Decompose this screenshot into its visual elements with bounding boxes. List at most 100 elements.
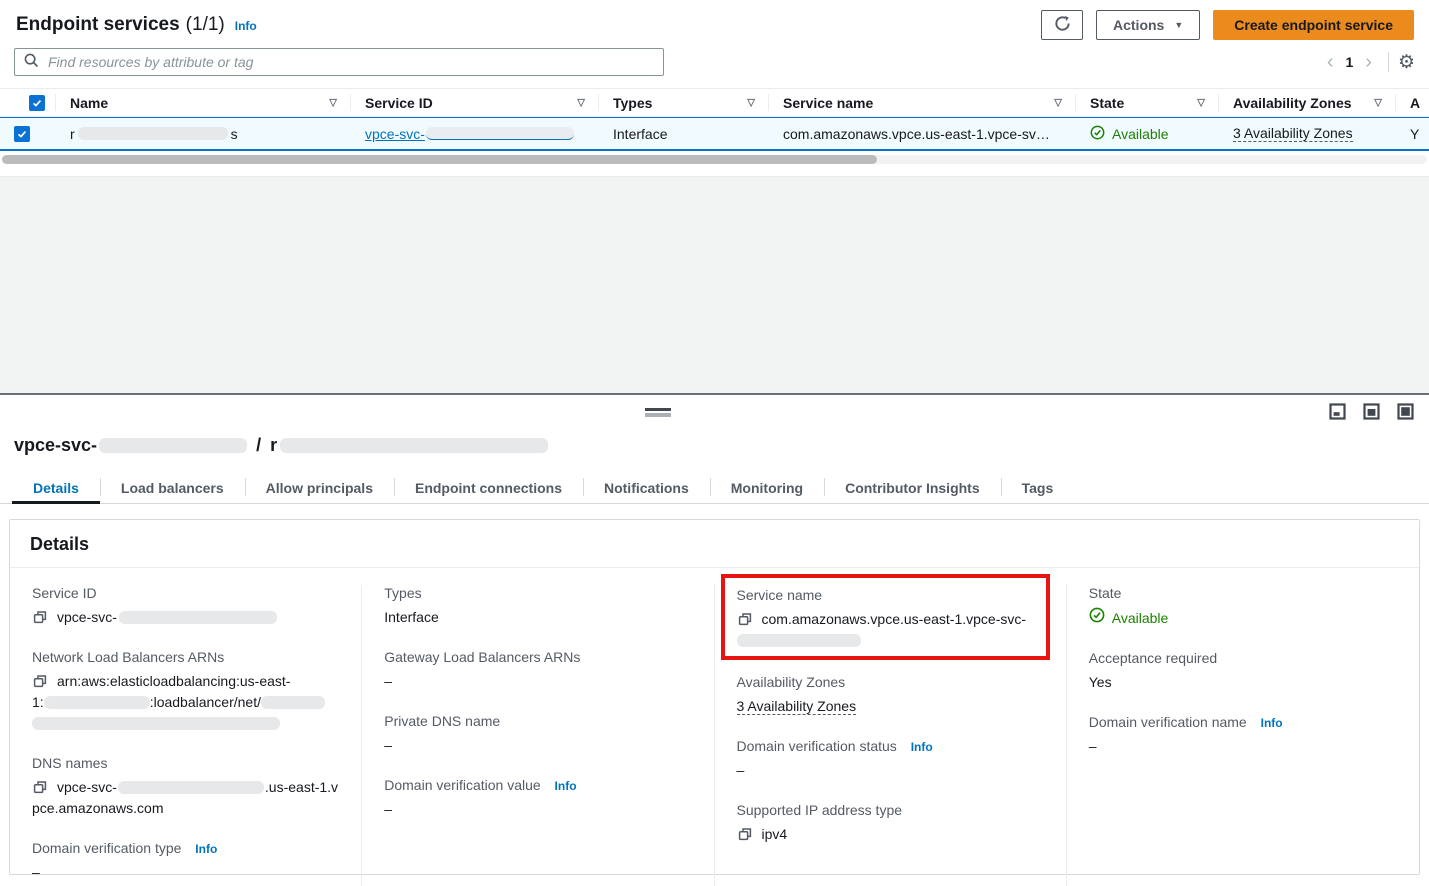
actions-button[interactable]: Actions ▼ (1096, 10, 1200, 40)
filter-icon[interactable]: ▽ (1197, 97, 1205, 108)
availability-zones-popover-link[interactable]: 3 Availability Zones (1233, 125, 1353, 142)
preferences-gear-icon[interactable]: ⚙ (1398, 53, 1415, 72)
select-all-header-cell (0, 89, 55, 116)
column-header-availability-zones[interactable]: Availability Zones ▽ (1218, 89, 1395, 116)
field-private-dns-name: Private DNS name – (384, 713, 693, 756)
tab-load-balancers[interactable]: Load balancers (100, 473, 245, 503)
tab-details[interactable]: Details (12, 473, 100, 503)
tab-monitoring[interactable]: Monitoring (710, 473, 824, 503)
field-dns-names: DNS names vpce-svc-.us-east-1.vpce.amazo… (32, 755, 341, 819)
pagination-divider (1388, 52, 1389, 72)
panel-size-small-icon[interactable] (1329, 403, 1346, 420)
column-header-state[interactable]: State ▽ (1075, 89, 1218, 116)
split-panel-title: vpce-svc- / r (14, 435, 1429, 456)
horizontal-scrollbar-thumb[interactable] (2, 155, 877, 164)
panel-size-large-icon[interactable] (1397, 403, 1414, 420)
column-header-service-name[interactable]: Service name ▽ (768, 89, 1075, 116)
field-state: State Available (1089, 585, 1399, 629)
field-gateway-load-balancers-arns: Gateway Load Balancers ARNs – (384, 649, 693, 692)
info-link[interactable]: Info (1261, 716, 1283, 730)
filter-icon[interactable]: ▽ (329, 97, 337, 108)
details-card-title: Details (10, 520, 1419, 568)
create-endpoint-service-button[interactable]: Create endpoint service (1213, 10, 1414, 40)
redacted-text (737, 634, 861, 647)
tab-contributor-insights[interactable]: Contributor Insights (824, 473, 1001, 503)
panel-size-medium-icon[interactable] (1363, 403, 1380, 420)
horizontal-scrollbar (2, 155, 1427, 164)
redacted-text (426, 127, 574, 140)
table-header-row: Name ▽ Service ID ▽ Types ▽ Service name… (0, 88, 1429, 117)
tabs: Details Load balancers Allow principals … (0, 473, 1429, 504)
row-service-name-cell: com.amazonaws.vpce.us-east-1.vpce-sv… (768, 126, 1075, 142)
page-title: Endpoint services (1/1) Info (16, 14, 257, 36)
redacted-text (99, 438, 247, 453)
filter-icon[interactable]: ▽ (1374, 97, 1382, 108)
info-link[interactable]: Info (911, 740, 933, 754)
field-types: Types Interface (384, 585, 693, 628)
split-panel-drag-handle[interactable] (645, 408, 671, 417)
redacted-text (280, 438, 548, 453)
field-supported-ip-address-type: Supported IP address type ipv4 (737, 802, 1046, 845)
row-availability-zones-cell: 3 Availability Zones (1218, 125, 1395, 142)
copy-icon[interactable] (32, 779, 48, 795)
redacted-text (261, 696, 325, 709)
column-header-service-id[interactable]: Service ID ▽ (350, 89, 598, 116)
field-service-name: Service name com.amazonaws.vpce.us-east-… (737, 587, 1038, 651)
endpoint-services-list-section: Endpoint services (1/1) Info Actions ▼ C… (0, 0, 1429, 164)
copy-icon[interactable] (32, 673, 48, 689)
row-name-cell: r s (55, 126, 350, 142)
tab-tags[interactable]: Tags (1001, 473, 1075, 503)
redacted-text (119, 611, 277, 624)
details-column-4: State Available Acceptance required Yes (1067, 585, 1419, 886)
tab-allow-principals[interactable]: Allow principals (245, 473, 394, 503)
endpoint-services-table: Name ▽ Service ID ▽ Types ▽ Service name… (0, 88, 1429, 164)
field-domain-verification-name: Domain verification name Info – (1089, 714, 1399, 757)
current-page-number[interactable]: 1 (1340, 54, 1358, 70)
background-gap (0, 176, 1429, 393)
previous-page-button[interactable]: ‹ (1320, 52, 1341, 72)
field-availability-zones: Availability Zones 3 Availability Zones (737, 674, 1046, 717)
next-page-button[interactable]: › (1358, 52, 1379, 72)
redacted-text (32, 717, 280, 730)
copy-icon[interactable] (737, 611, 753, 627)
redacted-text (118, 781, 264, 794)
filter-icon[interactable]: ▽ (747, 97, 755, 108)
available-check-icon (1090, 125, 1105, 143)
row-service-id-cell: vpce-svc- (350, 126, 598, 142)
resource-count: (1/1) (186, 14, 225, 36)
refresh-button[interactable] (1041, 10, 1083, 40)
field-domain-verification-status: Domain verification status Info – (737, 738, 1046, 781)
row-types-cell: Interface (598, 126, 768, 142)
actions-button-label: Actions (1113, 17, 1164, 33)
copy-icon[interactable] (737, 826, 753, 842)
tab-endpoint-connections[interactable]: Endpoint connections (394, 473, 583, 503)
info-link[interactable]: Info (235, 19, 257, 33)
table-row[interactable]: r s vpce-svc- Interface com.amazonaws.vp… (0, 117, 1429, 151)
select-all-checkbox[interactable] (29, 95, 45, 111)
filter-icon[interactable]: ▽ (1054, 97, 1062, 108)
copy-icon[interactable] (32, 609, 48, 625)
search-box (14, 48, 664, 76)
header-actions: Actions ▼ Create endpoint service (1041, 10, 1414, 40)
row-state-cell: Available (1075, 125, 1218, 143)
service-id-link[interactable]: vpce-svc- (365, 126, 574, 142)
info-link[interactable]: Info (195, 842, 217, 856)
split-panel-size-controls (1329, 403, 1414, 420)
row-checkbox[interactable] (14, 126, 30, 142)
redacted-text (44, 696, 150, 709)
availability-zones-popover-link[interactable]: 3 Availability Zones (737, 698, 857, 715)
service-name-highlight-box: Service name com.amazonaws.vpce.us-east-… (721, 574, 1050, 660)
tab-notifications[interactable]: Notifications (583, 473, 710, 503)
field-service-id: Service ID vpce-svc- (32, 585, 341, 628)
info-link[interactable]: Info (555, 779, 577, 793)
filter-icon[interactable]: ▽ (577, 97, 585, 108)
column-header-name[interactable]: Name ▽ (55, 89, 350, 116)
column-header-types[interactable]: Types ▽ (598, 89, 768, 116)
search-input[interactable] (46, 53, 663, 71)
field-domain-verification-value: Domain verification value Info – (384, 777, 693, 820)
details-column-1: Service ID vpce-svc- Network Load Balanc… (10, 585, 362, 886)
column-header-clipped[interactable]: A (1395, 89, 1429, 116)
caret-down-icon: ▼ (1174, 20, 1183, 30)
details-card-body: Service ID vpce-svc- Network Load Balanc… (10, 568, 1419, 886)
details-card: Details Service ID vpce-svc- Network Loa… (9, 519, 1420, 875)
